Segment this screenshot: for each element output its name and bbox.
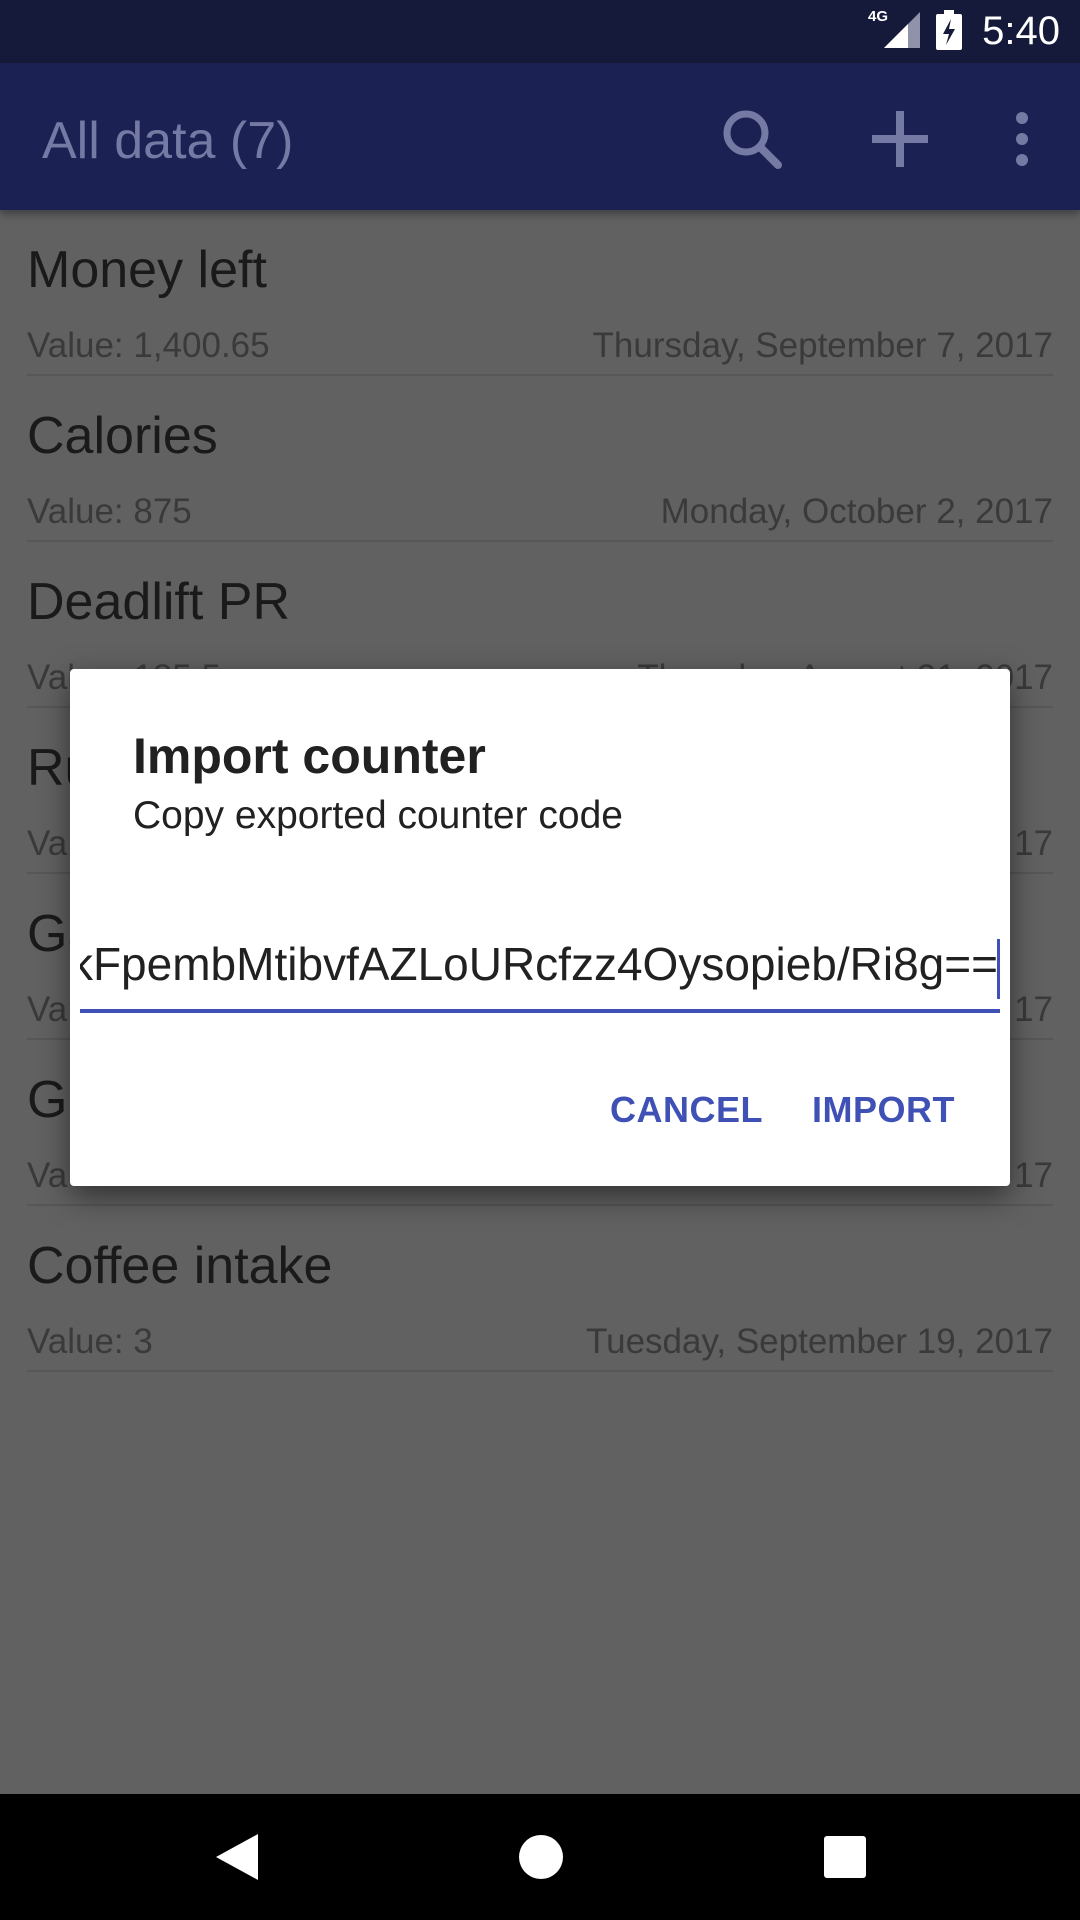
- home-circle-icon: [519, 1835, 563, 1879]
- list-item[interactable]: Money left Value: 1,400.65 Thursday, Sep…: [27, 210, 1053, 376]
- item-date: Thursday, September 7, 2017: [592, 326, 1053, 365]
- dialog-title: Import counter: [133, 728, 486, 784]
- search-button[interactable]: [712, 99, 792, 179]
- cancel-button[interactable]: CANCEL: [610, 1089, 763, 1131]
- back-triangle-icon: [216, 1834, 258, 1880]
- item-value: Va: [27, 824, 68, 863]
- counter-code-text[interactable]: kFpembMtibvfAZLoURcfzz4Oysopieb/Ri8g==: [80, 937, 998, 991]
- recents-button[interactable]: [810, 1822, 880, 1892]
- item-date: 17: [1014, 990, 1053, 1029]
- item-date: 17: [1014, 1156, 1053, 1195]
- item-title: Coffee intake: [27, 1237, 333, 1295]
- status-time: 5:40: [982, 9, 1060, 53]
- item-title: Deadlift PR: [27, 573, 290, 631]
- app-bar-title: All data (7): [42, 112, 294, 170]
- navigation-bar: [0, 1794, 1080, 1920]
- item-value: Va: [27, 1156, 68, 1195]
- more-vert-icon: [1016, 112, 1028, 166]
- back-button[interactable]: [202, 1822, 272, 1892]
- item-value: Va: [27, 990, 68, 1029]
- recents-square-icon: [824, 1836, 866, 1878]
- import-counter-dialog: Import counter Copy exported counter cod…: [70, 669, 1010, 1186]
- item-value: Value: 875: [27, 492, 192, 531]
- list-item[interactable]: Calories Value: 875 Monday, October 2, 2…: [27, 376, 1053, 542]
- item-title: Calories: [27, 407, 218, 465]
- item-date: Tuesday, September 19, 2017: [586, 1322, 1053, 1361]
- battery-charging-icon: [936, 10, 962, 50]
- add-button[interactable]: [860, 99, 940, 179]
- item-date: 17: [1014, 824, 1053, 863]
- import-button[interactable]: IMPORT: [812, 1089, 955, 1131]
- plus-icon: [872, 111, 928, 167]
- dialog-message: Copy exported counter code: [133, 794, 623, 837]
- status-bar: 4G 5:40: [0, 0, 1080, 63]
- search-icon: [723, 110, 782, 169]
- app-bar: All data (7): [0, 63, 1080, 210]
- counter-code-input[interactable]: kFpembMtibvfAZLoURcfzz4Oysopieb/Ri8g==: [80, 929, 1000, 1013]
- overflow-menu-button[interactable]: [982, 99, 1062, 179]
- item-value: Value: 1,400.65: [27, 326, 270, 365]
- status-icons: 4G: [868, 8, 962, 50]
- cell-signal-icon: 4G: [868, 8, 922, 50]
- list-item[interactable]: Coffee intake Value: 3 Tuesday, Septembe…: [27, 1206, 1053, 1372]
- item-title: Money left: [27, 241, 267, 299]
- text-cursor: [997, 939, 1000, 999]
- item-date: Monday, October 2, 2017: [660, 492, 1053, 531]
- home-button[interactable]: [506, 1822, 576, 1892]
- item-value: Value: 3: [27, 1322, 153, 1361]
